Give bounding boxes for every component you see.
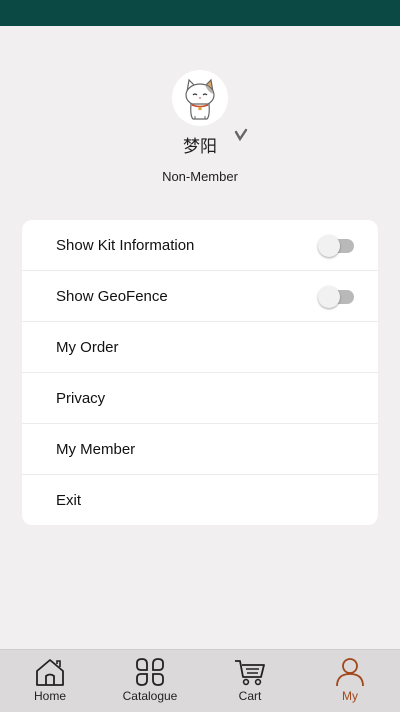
tab-label: Catalogue [122, 689, 178, 703]
settings-menu: Show Kit Information Show GeoFence My Or… [22, 220, 378, 525]
menu-item-privacy[interactable]: Privacy [22, 373, 378, 424]
status-bar [0, 0, 400, 26]
menu-item-label: My Member [56, 440, 136, 458]
geofence-toggle[interactable] [318, 285, 354, 308]
bottom-tab-bar: Home Catalogue Cart My [0, 649, 400, 712]
cart-icon [235, 660, 265, 686]
avatar[interactable] [172, 70, 248, 142]
kit-information-toggle[interactable] [318, 234, 354, 257]
tab-label: My [342, 689, 358, 703]
toggle-knob [318, 286, 340, 308]
cat-avatar-icon [185, 78, 215, 120]
tab-cart[interactable]: Cart [200, 650, 300, 712]
menu-item-my-member[interactable]: My Member [22, 424, 378, 475]
tab-home[interactable]: Home [0, 650, 100, 712]
menu-item-my-order[interactable]: My Order [22, 322, 378, 373]
tab-my[interactable]: My [300, 650, 400, 712]
catalogue-icon [136, 658, 164, 686]
tab-label: Home [33, 689, 66, 703]
user-icon [336, 658, 364, 687]
menu-item-label: Exit [56, 492, 82, 509]
menu-item-show-kit-information[interactable]: Show Kit Information [22, 220, 378, 271]
membership-status: Non-Member [162, 169, 238, 184]
menu-item-label: Show GeoFence [56, 287, 168, 305]
username: 梦阳 [183, 137, 217, 157]
tab-catalogue[interactable]: Catalogue [100, 650, 200, 712]
tab-label: Cart [238, 689, 262, 703]
profile-section: 梦阳 Non-Member [0, 70, 400, 184]
menu-item-label: My Order [56, 338, 119, 356]
menu-item-label: Privacy [56, 389, 106, 407]
menu-item-label: Show Kit Information [56, 236, 195, 254]
home-icon [36, 659, 64, 686]
toggle-knob [318, 235, 340, 257]
menu-item-show-geofence[interactable]: Show GeoFence [22, 271, 378, 322]
menu-item-exit[interactable]: Exit [22, 475, 378, 525]
